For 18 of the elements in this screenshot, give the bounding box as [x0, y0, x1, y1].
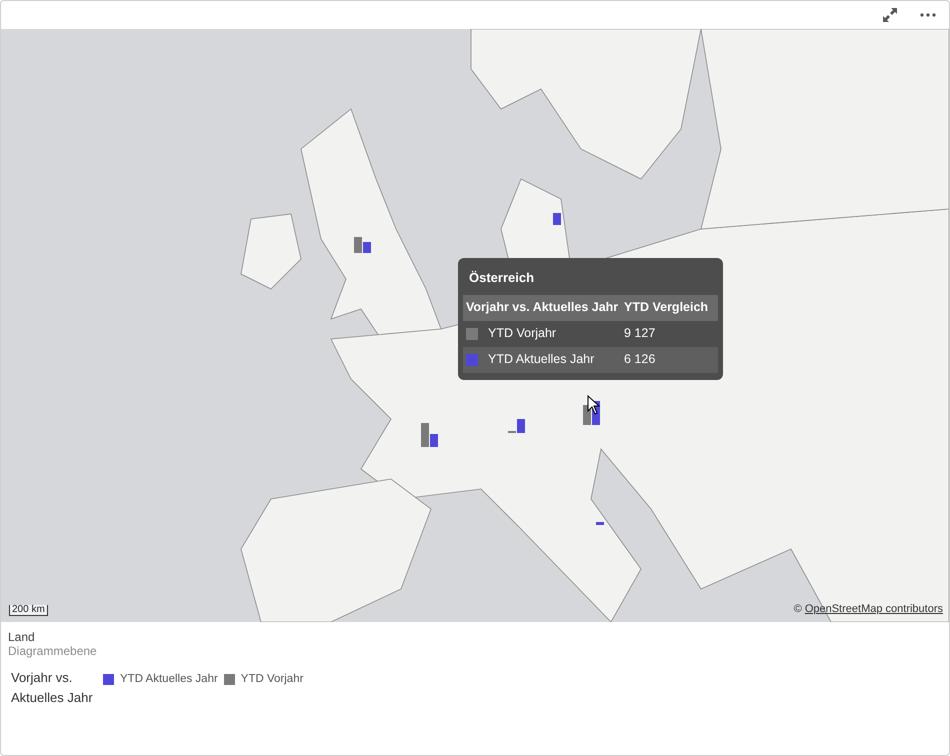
column-header: Vorjahr vs. Aktuelles Jahr [466, 299, 620, 316]
cursor-icon [587, 395, 601, 415]
tooltip-title: Österreich [468, 269, 536, 287]
legend-label[interactable]: YTD Vorjahr [240, 671, 304, 688]
dimension-label: Land [8, 630, 36, 644]
attribution-link[interactable]: OpenStreetMap contributors [804, 600, 943, 617]
row-value: 6 126 [624, 351, 656, 368]
expand-icon[interactable] [881, 6, 899, 24]
legend-label[interactable]: YTD Aktuelles Jahr [120, 671, 218, 688]
legend-title: Vorjahr vs. Aktuelles Jahr [11, 669, 94, 707]
bar-marker[interactable] [421, 421, 439, 447]
row-label: YTD Aktuelles Jahr [488, 351, 596, 368]
layer-label: Diagrammebene [8, 644, 98, 658]
row-label: YTD Vorjahr [488, 325, 558, 342]
row-value: 9 127 [624, 325, 656, 342]
column-header: YTD Vergleich [624, 299, 708, 316]
copyright-symbol: © [794, 602, 802, 616]
scale-bar: 200 km [9, 605, 48, 616]
